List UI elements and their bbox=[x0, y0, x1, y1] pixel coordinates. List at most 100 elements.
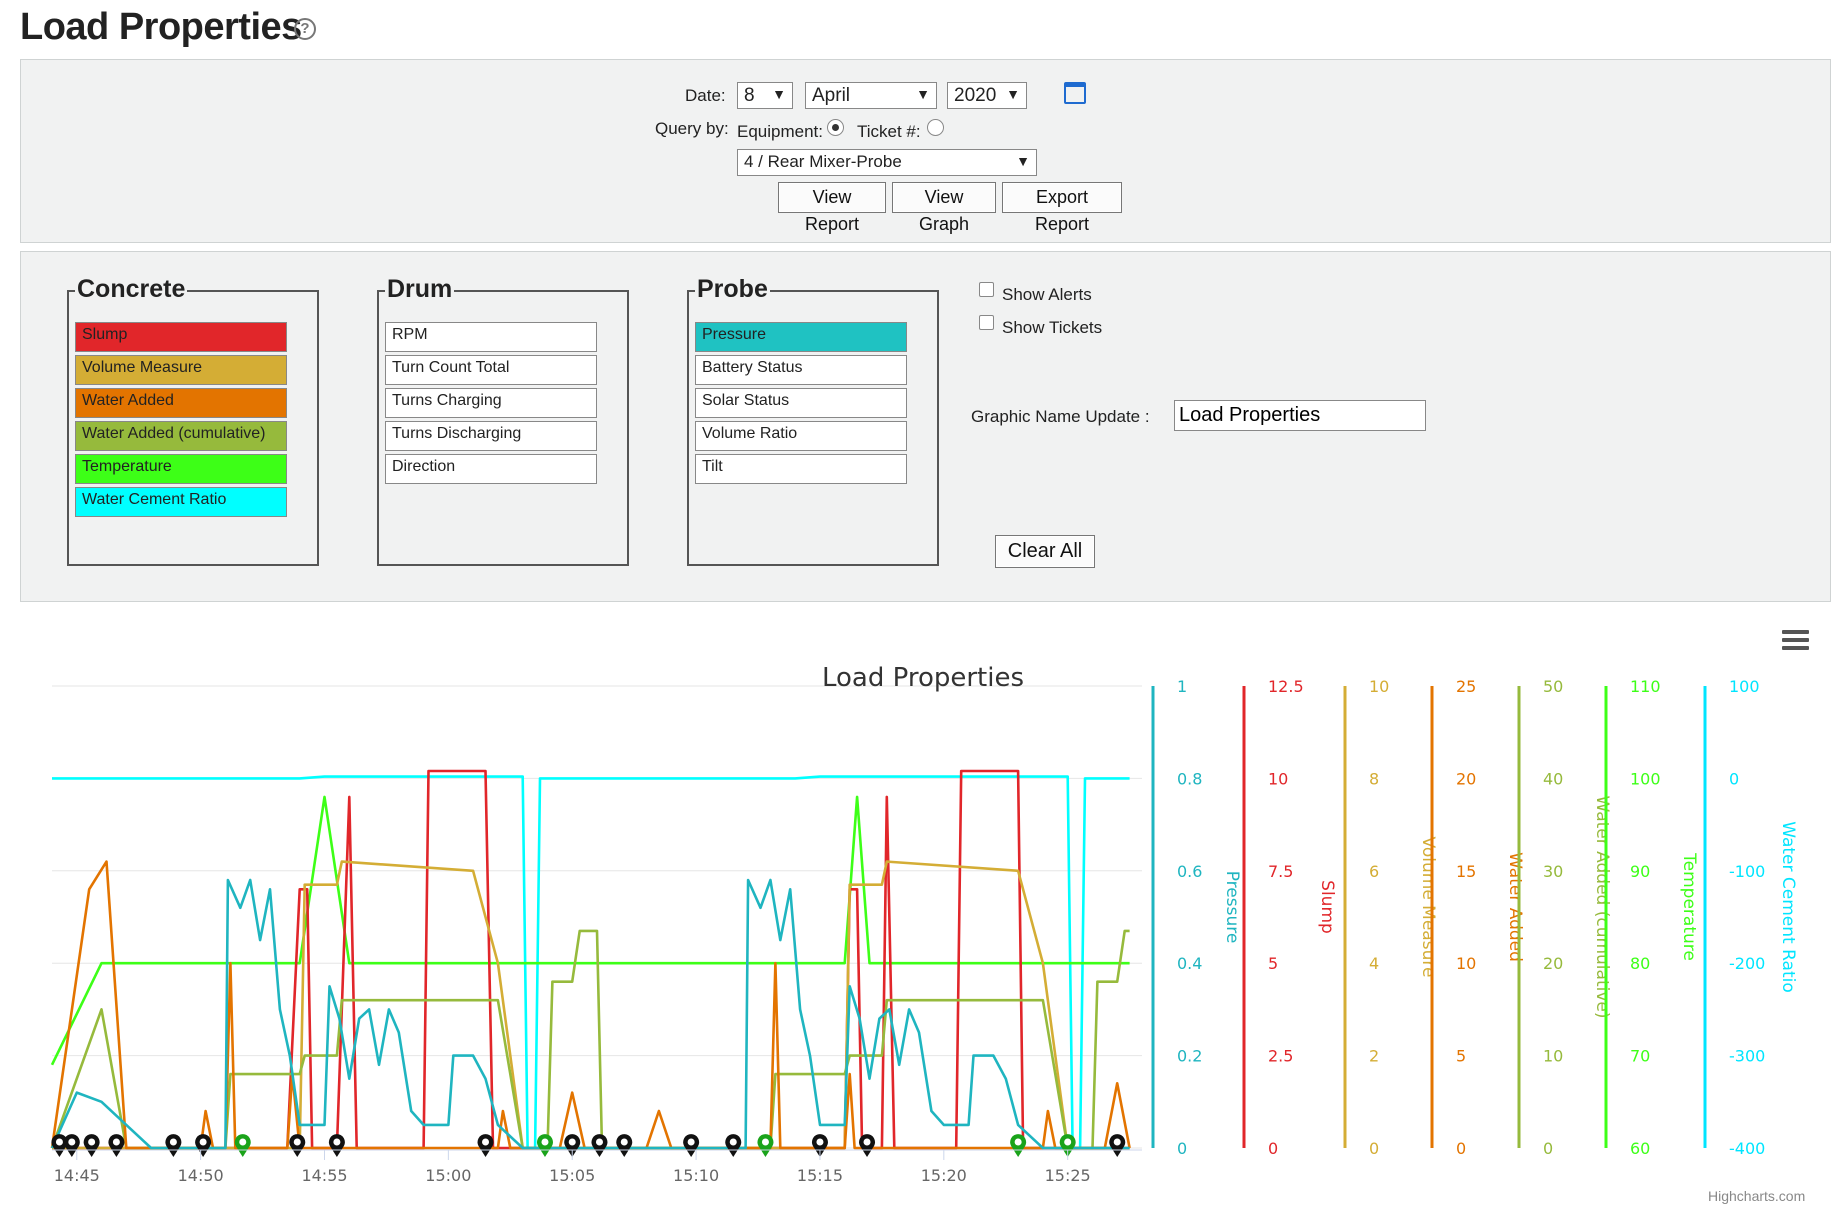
y-tick-label: 0 bbox=[1456, 1139, 1466, 1158]
probe-item[interactable]: Battery Status bbox=[695, 355, 907, 385]
event-marker-icon bbox=[1109, 1134, 1126, 1157]
export-report-button[interactable]: Export Report bbox=[1002, 182, 1122, 234]
x-tick-label: 15:20 bbox=[921, 1166, 967, 1185]
event-marker-icon bbox=[477, 1134, 494, 1157]
x-tick-label: 15:05 bbox=[549, 1166, 595, 1185]
y-tick-label: 70 bbox=[1630, 1047, 1650, 1066]
event-marker-icon bbox=[757, 1134, 774, 1157]
probe-item[interactable]: Pressure bbox=[695, 322, 907, 352]
event-marker-icon bbox=[859, 1134, 876, 1157]
event-marker-icon bbox=[63, 1134, 80, 1157]
y-axes: 0 0.2 0.4 0.6 0.8 1 Pressure 0 2.5 5 7.5 10 12.5 Slum… bbox=[1151, 677, 1798, 1158]
y-tick-label: -100 bbox=[1729, 862, 1765, 881]
equipment-select[interactable]: 4 / Rear Mixer-Probe ▼ bbox=[737, 149, 1037, 176]
concrete-item[interactable]: Water Added bbox=[75, 388, 287, 418]
drum-item[interactable]: Turns Discharging bbox=[385, 421, 597, 451]
month-select[interactable]: April ▼ bbox=[805, 82, 937, 109]
graphic-name-input[interactable] bbox=[1174, 400, 1426, 431]
show-alerts-checkbox[interactable] bbox=[979, 282, 994, 297]
graphic-name-label: Graphic Name Update : bbox=[971, 407, 1150, 426]
concrete-item[interactable]: Volume Measure bbox=[75, 355, 287, 385]
hamburger-menu-icon[interactable] bbox=[1782, 630, 1809, 652]
concrete-item[interactable]: Water Cement Ratio bbox=[75, 487, 287, 517]
event-marker-icon bbox=[536, 1134, 553, 1157]
view-graph-button[interactable]: View Graph bbox=[892, 182, 996, 234]
y-tick-label: 15 bbox=[1456, 862, 1476, 881]
y-tick-label: 1 bbox=[1177, 677, 1187, 696]
chart-grid bbox=[52, 685, 1142, 1149]
drum-item[interactable]: RPM bbox=[385, 322, 597, 352]
event-marker-icon bbox=[83, 1134, 100, 1157]
show-tickets-label: Show Tickets bbox=[1002, 318, 1103, 337]
y-axis-title: Water Added bbox=[1505, 852, 1525, 962]
probe-item[interactable]: Solar Status bbox=[695, 388, 907, 418]
probe-item[interactable]: Tilt bbox=[695, 454, 907, 484]
view-report-button[interactable]: View Report bbox=[778, 182, 886, 234]
event-marker-icon bbox=[591, 1134, 608, 1157]
clear-all-button[interactable]: Clear All bbox=[995, 535, 1095, 568]
date-label: Date: bbox=[685, 86, 726, 105]
y-tick-label: 20 bbox=[1543, 954, 1563, 973]
equipment-radio[interactable] bbox=[827, 119, 844, 136]
page-title: Load Properties bbox=[20, 6, 302, 48]
y-tick-label: 0 bbox=[1543, 1139, 1553, 1158]
y-tick-label: 100 bbox=[1729, 677, 1760, 696]
y-tick-label: 2 bbox=[1369, 1047, 1379, 1066]
drum-item[interactable]: Turn Count Total bbox=[385, 355, 597, 385]
drum-item[interactable]: Turns Charging bbox=[385, 388, 597, 418]
probe-item[interactable]: Volume Ratio bbox=[695, 421, 907, 451]
y-tick-label: 8 bbox=[1369, 769, 1379, 788]
y-tick-label: 0.4 bbox=[1177, 954, 1202, 973]
concrete-item[interactable]: Temperature bbox=[75, 454, 287, 484]
y-axis-title: Pressure bbox=[1222, 871, 1242, 944]
event-marker-icon bbox=[725, 1134, 742, 1157]
y-tick-label: 90 bbox=[1630, 862, 1650, 881]
ticket-radio[interactable] bbox=[927, 119, 944, 136]
x-tick-label: 14:45 bbox=[54, 1166, 100, 1185]
x-tick-label: 15:25 bbox=[1045, 1166, 1091, 1185]
show-tickets-checkbox[interactable] bbox=[979, 315, 994, 330]
calendar-icon[interactable] bbox=[1064, 82, 1086, 104]
event-marker-icon bbox=[1010, 1134, 1027, 1157]
y-tick-label: 7.5 bbox=[1268, 862, 1293, 881]
question-circle-icon[interactable]: ? bbox=[294, 18, 316, 40]
x-tick-label: 14:55 bbox=[301, 1166, 347, 1185]
concrete-group-title: Concrete bbox=[75, 275, 188, 304]
chart-title: Load Properties bbox=[822, 663, 1024, 693]
y-axis-title: Water Added (cumulative) bbox=[1592, 796, 1612, 1019]
x-tick-label: 15:15 bbox=[797, 1166, 843, 1185]
y-tick-label: 25 bbox=[1456, 677, 1476, 696]
load-properties-chart: Load Properties 0 0.2 0.4 0.6 0.8 1 Pressure 0 2… bbox=[50, 663, 1798, 1185]
concrete-item[interactable]: Water Added (cumulative) bbox=[75, 421, 287, 451]
y-tick-label: 10 bbox=[1456, 954, 1476, 973]
y-tick-label: 0 bbox=[1729, 769, 1739, 788]
event-marker-icon bbox=[165, 1134, 182, 1157]
y-tick-label: 60 bbox=[1630, 1139, 1650, 1158]
y-tick-label: 5 bbox=[1456, 1047, 1466, 1066]
probe-group-title: Probe bbox=[695, 275, 770, 304]
concrete-item[interactable]: Slump bbox=[75, 322, 287, 352]
y-tick-label: 6 bbox=[1369, 862, 1379, 881]
drum-item[interactable]: Direction bbox=[385, 454, 597, 484]
y-tick-label: 10 bbox=[1369, 677, 1389, 696]
event-marker-icon bbox=[328, 1134, 345, 1157]
y-tick-label: 50 bbox=[1543, 677, 1563, 696]
concrete-group: Concrete Slump Volume Measure Water Added W… bbox=[67, 275, 319, 566]
series-line bbox=[50, 860, 1131, 1150]
y-tick-label: 100 bbox=[1630, 769, 1661, 788]
event-marker-icon bbox=[234, 1134, 251, 1157]
y-tick-label: 110 bbox=[1630, 677, 1661, 696]
event-marker-icon bbox=[289, 1134, 306, 1157]
y-tick-label: 10 bbox=[1543, 1047, 1563, 1066]
year-select[interactable]: 2020 ▼ bbox=[947, 82, 1027, 109]
y-tick-label: 40 bbox=[1543, 769, 1563, 788]
show-alerts-label: Show Alerts bbox=[1002, 285, 1092, 304]
y-tick-label: 10 bbox=[1268, 769, 1288, 788]
series-line bbox=[52, 860, 1130, 1150]
event-marker-icon bbox=[616, 1134, 633, 1157]
day-select[interactable]: 8 ▼ bbox=[737, 82, 793, 109]
y-tick-label: 30 bbox=[1543, 862, 1563, 881]
x-tick-label: 15:10 bbox=[673, 1166, 719, 1185]
y-tick-label: -300 bbox=[1729, 1047, 1765, 1066]
chart-credit[interactable]: Highcharts.com bbox=[1708, 1188, 1805, 1204]
